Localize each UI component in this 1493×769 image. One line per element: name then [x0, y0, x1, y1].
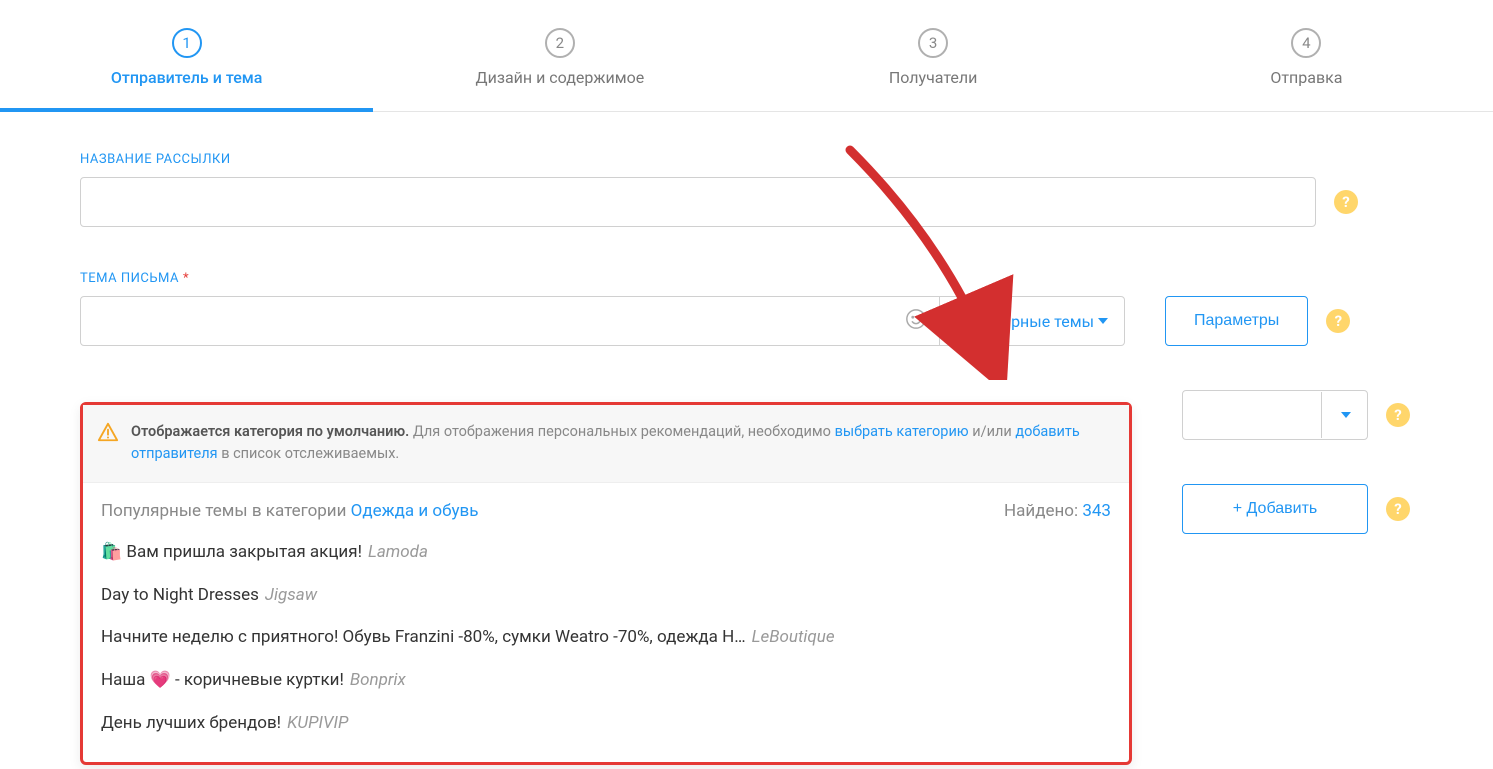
sender-select[interactable]	[1182, 390, 1368, 440]
help-icon[interactable]: ?	[1326, 309, 1350, 333]
campaign-name-field: НАЗВАНИЕ РАССЫЛКИ ?	[80, 152, 1413, 227]
help-icon[interactable]: ?	[1334, 190, 1358, 214]
campaign-name-input[interactable]	[80, 177, 1316, 227]
suggestion-text: Day to Night Dresses	[101, 585, 259, 605]
popular-topics-label: Популярные темы	[956, 312, 1094, 331]
suggestion-brand: Jigsaw	[265, 585, 317, 605]
step-1[interactable]: 1 Отправитель и тема	[0, 0, 373, 111]
subject-field: ТЕМА ПИСЬМА * Популярные темы Параметры ?	[80, 271, 1413, 346]
suggestion-item[interactable]: Наша 💗 - коричневые куртки! Bonprix	[101, 659, 1111, 702]
wizard-stepper: 1 Отправитель и тема 2 Дизайн и содержим…	[0, 0, 1493, 112]
step-4-label: Отправка	[1120, 68, 1493, 87]
notice-text-3: в список отслеживаемых.	[218, 445, 400, 462]
warning-icon	[97, 421, 119, 443]
suggestion-brand: KUPIVIP	[287, 713, 348, 733]
step-2[interactable]: 2 Дизайн и содержимое	[373, 0, 746, 111]
help-icon[interactable]: ?	[1386, 497, 1410, 521]
suggestion-brand: Bonprix	[350, 670, 406, 690]
suggestion-brand: Lamoda	[368, 542, 428, 562]
chevron-down-icon	[1341, 412, 1351, 418]
required-mark: *	[183, 271, 189, 286]
subject-label-text: ТЕМА ПИСЬМА	[80, 271, 179, 286]
sender-select-arrow	[1321, 392, 1365, 438]
step-3[interactable]: 3 Получатели	[747, 0, 1120, 111]
chevron-down-icon	[1098, 318, 1108, 324]
panel-header: Популярные темы в категории Одежда и обу…	[83, 483, 1129, 531]
step-1-number: 1	[172, 28, 202, 58]
campaign-name-label: НАЗВАНИЕ РАССЫЛКИ	[80, 152, 1413, 167]
subject-input-wrap	[80, 296, 940, 346]
step-2-label: Дизайн и содержимое	[373, 68, 746, 87]
notice-text-2: и/или	[969, 423, 1016, 440]
step-3-label: Получатели	[747, 68, 1120, 87]
found-count: 343	[1082, 501, 1111, 521]
suggestion-item[interactable]: 🛍️ Вам пришла закрытая акция! Lamoda	[101, 531, 1111, 574]
step-3-number: 3	[918, 28, 948, 58]
help-icon[interactable]: ?	[1386, 403, 1410, 427]
step-1-label: Отправитель и тема	[0, 68, 373, 87]
suggestion-text: 🛍️ Вам пришла закрытая акция!	[101, 542, 362, 562]
step-4-number: 4	[1291, 28, 1321, 58]
notice-text-1: Для отображения персональных рекомендаци…	[409, 423, 834, 440]
suggestions-list: 🛍️ Вам пришла закрытая акция! Lamoda Day …	[83, 531, 1129, 762]
step-4[interactable]: 4 Отправка	[1120, 0, 1493, 111]
suggestion-text: Наша 💗 - коричневые куртки!	[101, 670, 344, 690]
suggestion-item[interactable]: День лучших брендов! KUPIVIP	[101, 702, 1111, 745]
subject-input[interactable]	[93, 297, 905, 345]
suggestion-text: Начните неделю с приятного! Обувь Franzi…	[101, 627, 746, 647]
emoji-picker-icon[interactable]	[905, 308, 927, 335]
popular-topics-dropdown[interactable]: Популярные темы	[940, 296, 1125, 346]
step-2-number: 2	[545, 28, 575, 58]
parameters-button[interactable]: Параметры	[1165, 296, 1308, 346]
choose-category-link[interactable]: выбрать категорию	[835, 423, 969, 440]
suggestion-item[interactable]: Начните неделю с приятного! Обувь Franzi…	[101, 616, 1111, 659]
category-link[interactable]: Одежда и обувь	[351, 501, 479, 521]
found-label: Найдено:	[1004, 501, 1082, 521]
suggestion-brand: LeBoutique	[752, 627, 835, 647]
panel-head-prefix: Популярные темы в категории	[101, 501, 351, 521]
subject-label: ТЕМА ПИСЬМА *	[80, 271, 1413, 286]
suggestion-text: День лучших брендов!	[101, 713, 281, 733]
suggestion-item[interactable]: Day to Night Dresses Jigsaw	[101, 574, 1111, 617]
add-button[interactable]: + Добавить	[1182, 484, 1368, 534]
popular-topics-panel: Отображается категория по умолчанию. Для…	[80, 402, 1132, 765]
panel-notice: Отображается категория по умолчанию. Для…	[83, 405, 1129, 483]
notice-strong: Отображается категория по умолчанию.	[131, 423, 409, 440]
